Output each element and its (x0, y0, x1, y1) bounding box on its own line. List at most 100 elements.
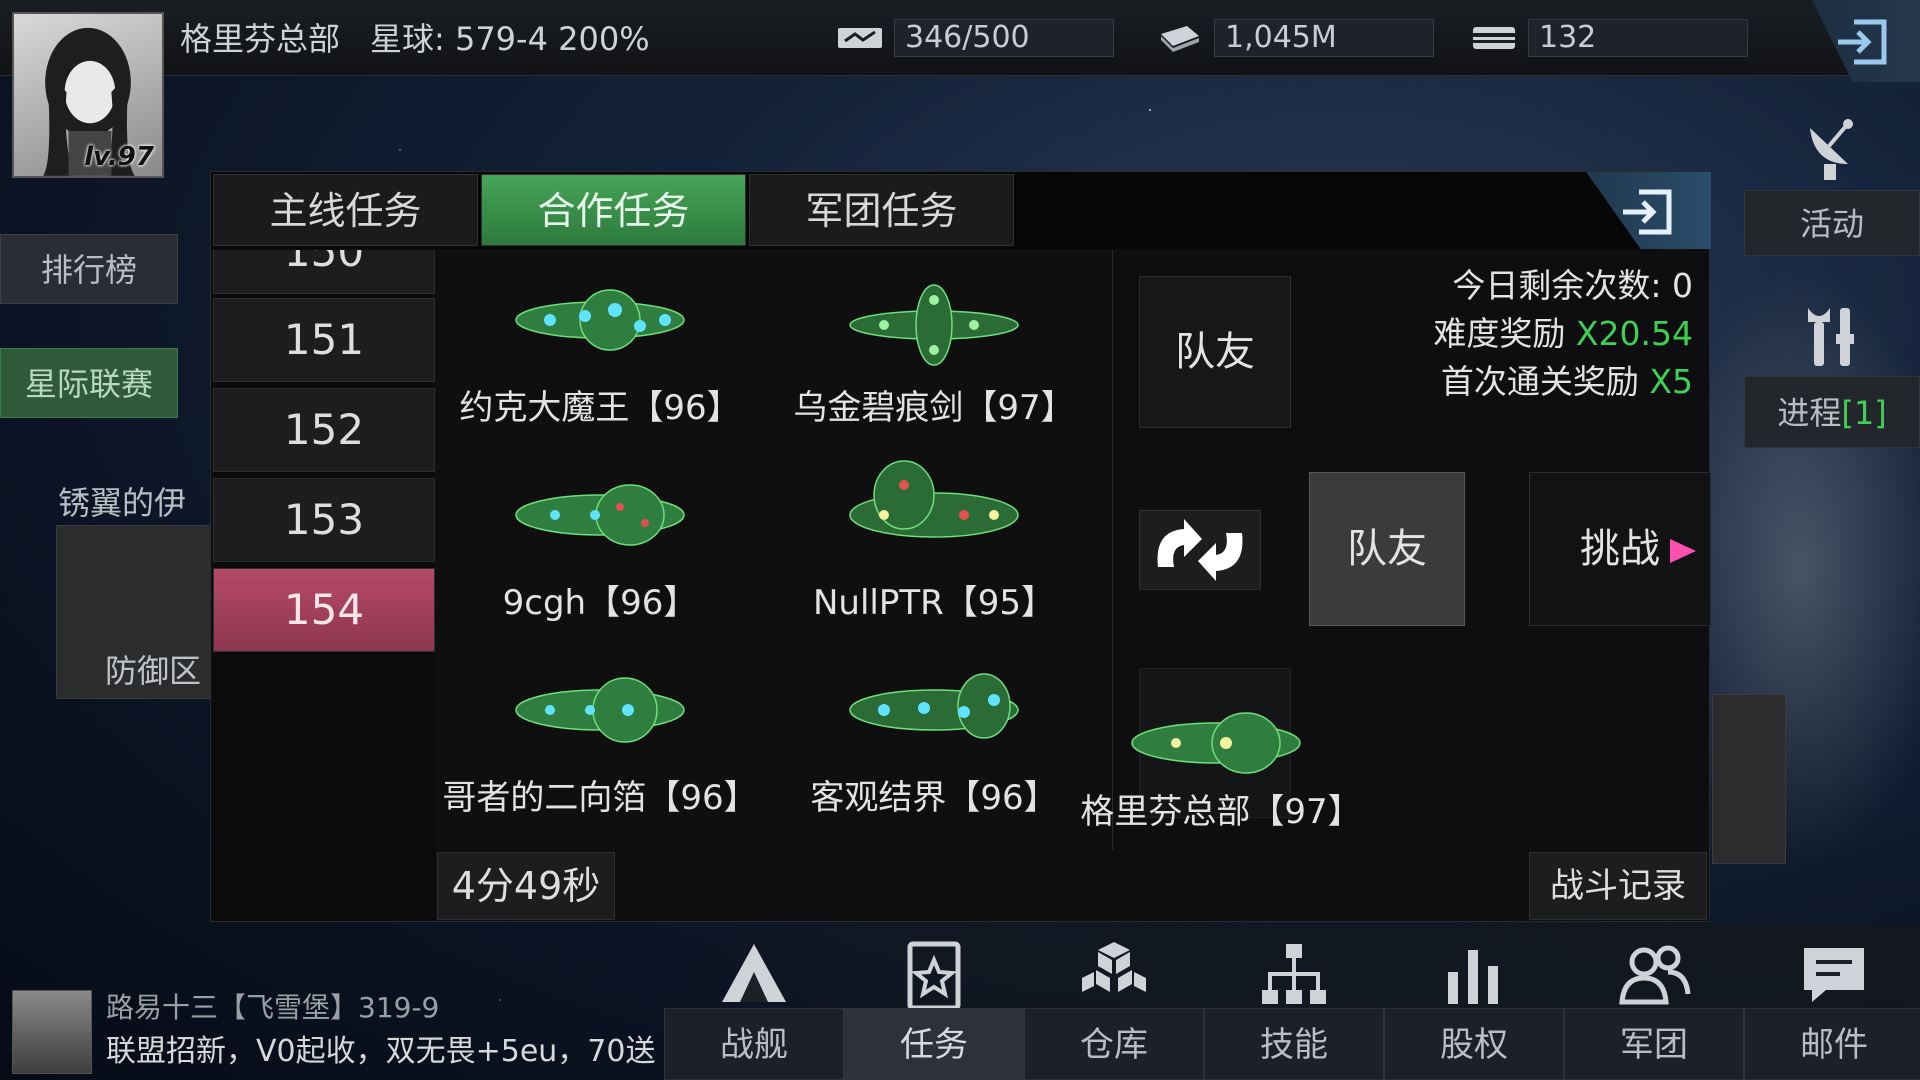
card-resource: 132 (1470, 18, 1748, 58)
play-arrow-icon (1670, 539, 1696, 563)
base-name: 格里芬总部 (180, 20, 341, 58)
activity-button[interactable]: 活动 (1744, 106, 1920, 256)
player-name: NullPTR【95】 (812, 583, 1056, 623)
interstellar-league-button[interactable]: 星际联赛 (0, 348, 178, 418)
first-clear-reward-value: X5 (1649, 362, 1693, 401)
nav-mail[interactable]: 邮件 (1744, 924, 1920, 1080)
player-card[interactable]: 客观结界【96】 (769, 640, 1099, 830)
card-icon (1470, 23, 1518, 53)
chat-sender: 路易十三【飞雪堡】319-9 (106, 991, 440, 1024)
nav-skill[interactable]: 技能 (1204, 924, 1384, 1080)
difficulty-reward: 难度奖励 X20.54 (1433, 314, 1693, 353)
countdown-timer: 4分49秒 (437, 852, 615, 920)
defense-zone-card[interactable]: 防御区 (56, 525, 216, 699)
level-item[interactable]: 151 (213, 298, 435, 382)
nav-label: 军团 (1564, 1008, 1744, 1080)
fuel-value: 346/500 (894, 19, 1114, 57)
tab-main-mission[interactable]: 主线任务 (213, 174, 478, 246)
ship-icon (849, 673, 1019, 739)
progress-label: 进程[1] (1744, 376, 1920, 448)
difficulty-reward-value: X20.54 (1575, 314, 1693, 353)
player-name: 客观结界【96】 (810, 778, 1058, 818)
card-value: 132 (1528, 19, 1748, 57)
nav-mission[interactable]: 任务 (844, 924, 1024, 1080)
money-resource: 1,045M (1156, 18, 1434, 58)
tab-legion-mission[interactable]: 军团任务 (749, 174, 1014, 246)
player-name: 9cgh【96】 (502, 583, 698, 623)
progress-button[interactable]: 进程[1] (1744, 294, 1920, 448)
ship-icon (515, 484, 685, 546)
fuel-resource: 346/500 (836, 18, 1114, 58)
nav-label: 仓库 (1024, 1008, 1204, 1080)
player-card[interactable]: 9cgh【96】 (435, 445, 765, 635)
swap-icon (1157, 519, 1243, 581)
level-item[interactable]: 150 (213, 250, 435, 294)
chat-panel[interactable]: 路易十三【飞雪堡】319-9 联盟招新，V0起收，双无畏+5eu，70送 (0, 978, 670, 1080)
ship-icon (849, 284, 1019, 366)
player-card[interactable]: 约克大魔王【96】 (435, 250, 765, 440)
warship-icon (722, 944, 786, 1002)
nav-warehouse[interactable]: 仓库 (1024, 924, 1204, 1080)
level-list[interactable]: 150 151 152 153 154 (213, 250, 435, 921)
nav-legion[interactable]: 军团 (1564, 924, 1744, 1080)
swap-button[interactable] (1139, 510, 1261, 590)
tools-icon (1808, 308, 1854, 366)
player-card[interactable]: 哥者的二向箔【96】 (435, 640, 765, 830)
exit-icon (1623, 189, 1672, 235)
challenge-label: 挑战 (1580, 526, 1660, 572)
exit-icon (1838, 19, 1887, 65)
mission-dialog: 主线任务 合作任务 军团任务 150 151 152 153 154 约克大魔王… (210, 171, 1711, 922)
activity-label: 活动 (1744, 190, 1920, 256)
planet-info: 星球: 579-4 200% (370, 20, 650, 58)
ship-icon (515, 289, 685, 351)
nav-label: 战舰 (664, 1008, 844, 1080)
leaderboard-button[interactable]: 排行榜 (0, 234, 178, 304)
mission-icon (907, 941, 961, 1011)
nav-label: 技能 (1204, 1008, 1384, 1080)
player-avatar[interactable]: lv.97 (12, 12, 164, 178)
teammate-slot[interactable]: 队友 (1139, 276, 1291, 428)
defense-zone-label: 防御区 (105, 652, 202, 690)
ship-icon (515, 677, 685, 743)
player-card[interactable]: NullPTR【95】 (769, 445, 1099, 635)
player-card[interactable]: 乌金碧痕剑【97】 (769, 250, 1099, 440)
nav-label: 股权 (1384, 1008, 1564, 1080)
chat-avatar (12, 990, 92, 1074)
progress-count: [1] (1841, 394, 1887, 432)
ship-icon (849, 460, 1019, 538)
legion-icon (1619, 945, 1691, 1005)
level-item[interactable]: 152 (213, 388, 435, 472)
rust-wing-title: 锈翼的伊 (58, 484, 187, 522)
chat-message: 联盟招新，V0起收，双无畏+5eu，70送 (106, 1034, 656, 1069)
level-item-selected[interactable]: 154 (213, 568, 435, 652)
skill-tree-icon (1262, 944, 1326, 1004)
money-value: 1,045M (1214, 19, 1434, 57)
ship-icon (1131, 712, 1301, 774)
equity-chart-icon (1448, 950, 1498, 1004)
remaining-attempts: 今日剩余次数: 0 (1452, 266, 1693, 305)
team-list: 约克大魔王【96】 乌金碧痕剑【97】 9cgh【96】 NullPTR【95】… (435, 250, 1113, 850)
logout-button[interactable] (1812, 0, 1920, 82)
tab-coop-mission[interactable]: 合作任务 (481, 174, 746, 246)
warehouse-icon (1082, 942, 1146, 992)
battle-log-button[interactable]: 战斗记录 (1529, 852, 1707, 920)
player-level: lv.97 (84, 142, 154, 172)
nav-label: 任务 (844, 1008, 1024, 1080)
satellite-dish-icon (1810, 119, 1853, 180)
player-name: 约克大魔王【96】 (459, 388, 741, 428)
challenge-button[interactable]: 挑战 (1529, 472, 1711, 626)
reward-info: 今日剩余次数: 0 难度奖励 X20.54 首次通关奖励 X5 (1433, 262, 1693, 406)
nav-equity[interactable]: 股权 (1384, 924, 1564, 1080)
nav-warship[interactable]: 战舰 (664, 924, 844, 1080)
mail-icon (1804, 948, 1864, 1002)
player-name: 乌金碧痕剑【97】 (793, 388, 1075, 428)
side-card[interactable] (1712, 694, 1786, 864)
top-bar: 格里芬总部 星球: 579-4 200% 346/500 1,045M 132 (0, 0, 1920, 82)
nav-label: 邮件 (1744, 1008, 1920, 1080)
teammate-slot[interactable]: 队友 (1309, 472, 1465, 626)
close-dialog-button[interactable] (1586, 172, 1711, 249)
fuel-icon (836, 23, 884, 53)
level-item[interactable]: 153 (213, 478, 435, 562)
player-name: 哥者的二向箔【96】 (442, 778, 758, 818)
own-name: 格里芬总部【97】 (1080, 792, 1362, 832)
